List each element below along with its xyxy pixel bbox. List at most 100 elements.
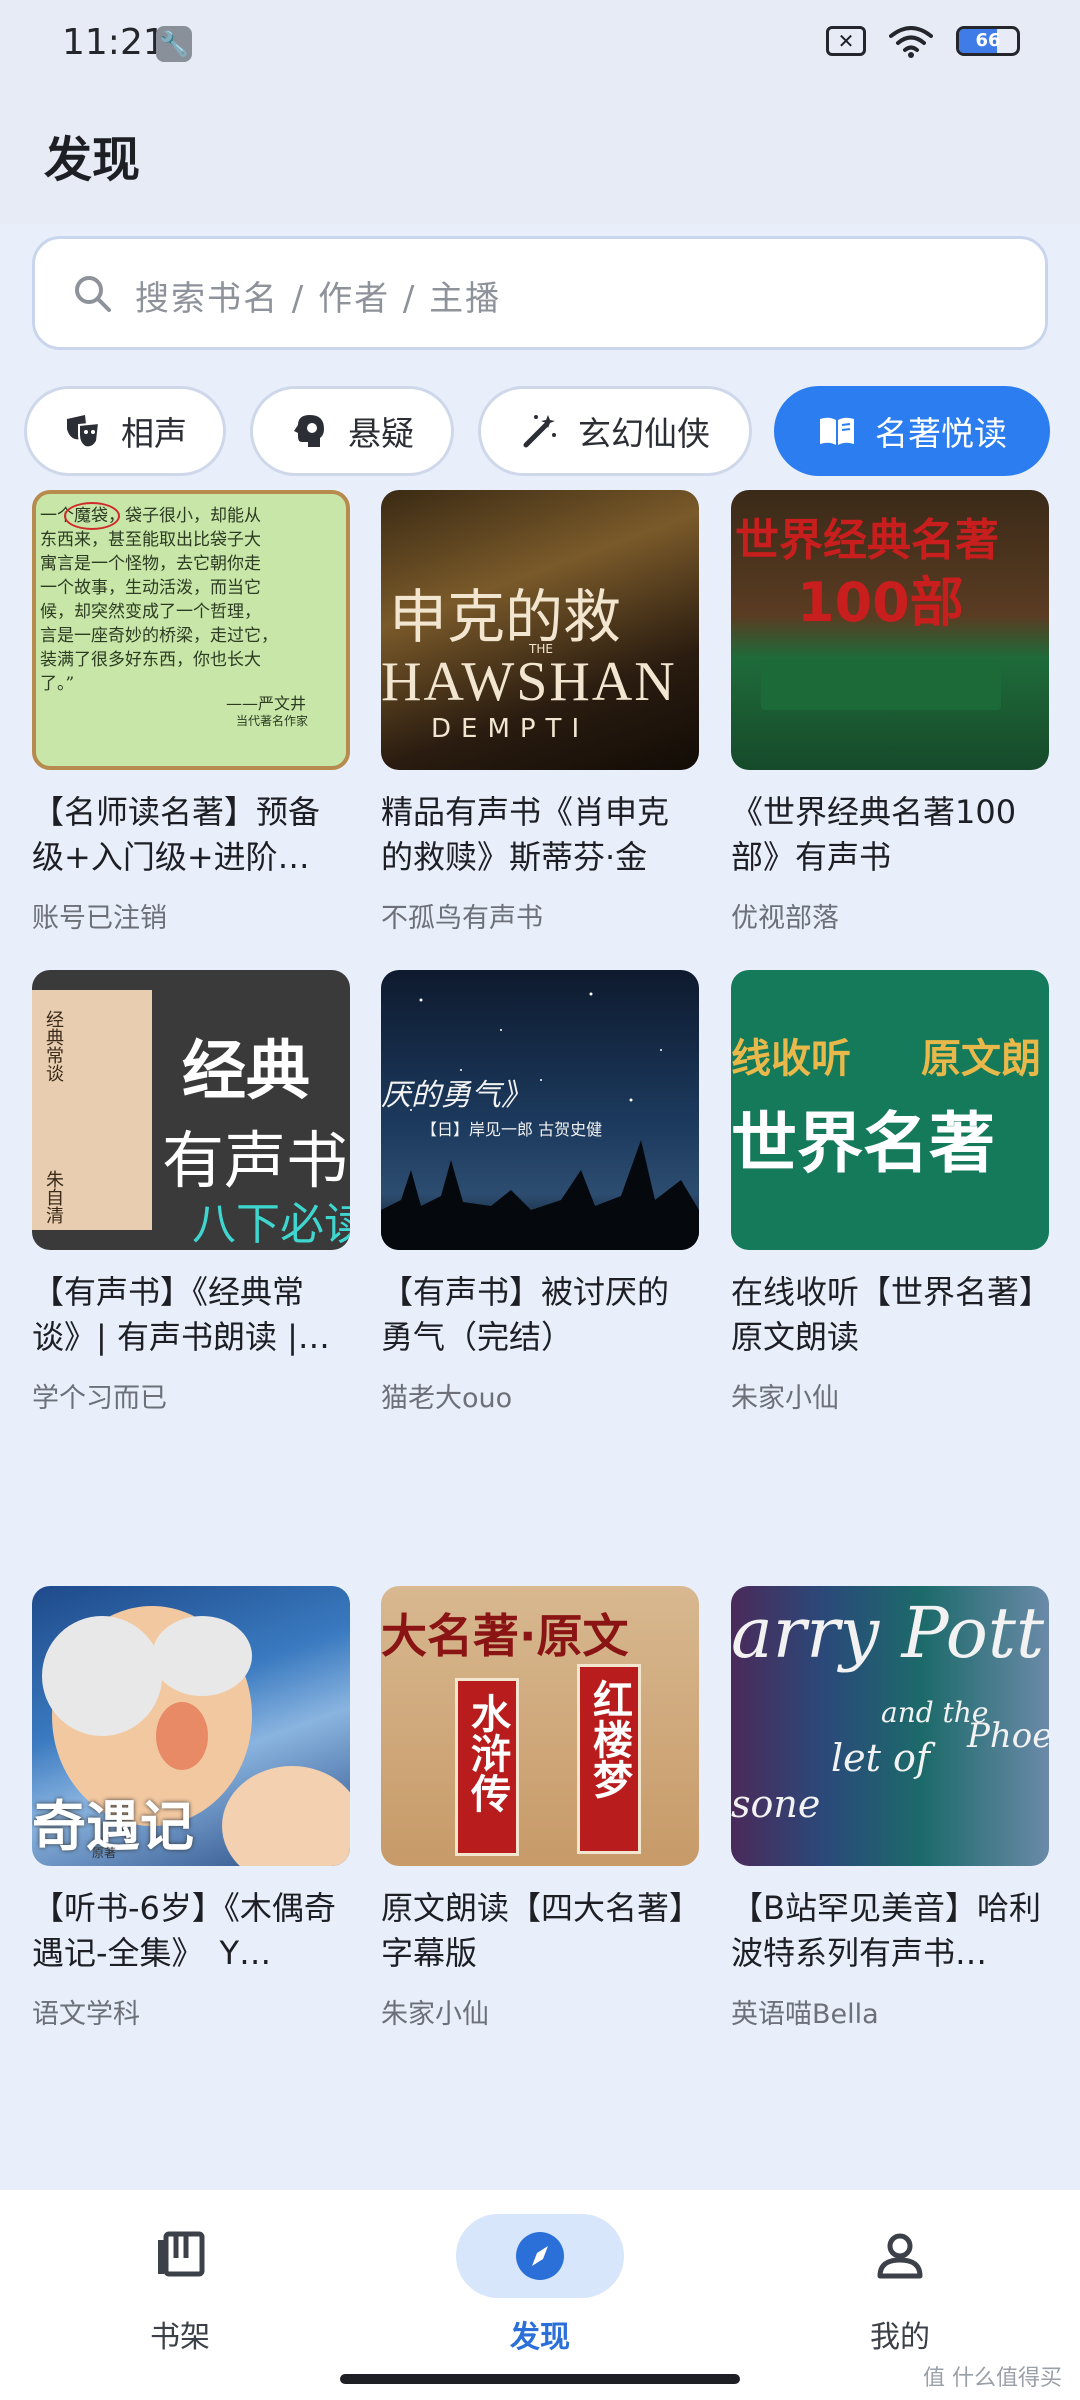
cover-line: 原著	[92, 1846, 117, 1860]
chip-label: 名著悦读	[875, 414, 1007, 453]
book-title: 【有声书】被讨厌的勇气（完结）	[381, 1273, 670, 1356]
book-title: 在线收听【世界名著】原文朗读	[731, 1273, 1036, 1356]
book-card[interactable]: 世界经典名著 100部 《世界经典名著100部》有声书 优视部落	[731, 490, 1049, 935]
cover-line: Phoe	[967, 1716, 1049, 1756]
status-bar: 11:21 🔧 ✕ 66	[0, 0, 1080, 90]
cover-author: ——严文井	[226, 694, 307, 713]
nav-bookshelf[interactable]: 书架	[80, 2214, 280, 2356]
comedy-mask-icon	[67, 415, 101, 449]
search-icon	[75, 276, 111, 312]
cover-title: 经典	[182, 1035, 310, 1109]
nav-label: 书架	[150, 2320, 210, 2355]
chip-mystery[interactable]: 悬疑	[250, 386, 454, 476]
cover-line: sone	[731, 1782, 821, 1826]
book-cover: arry Pott and the let of Phoe sone	[731, 1586, 1049, 1866]
compass-icon	[516, 2232, 564, 2280]
book-cover: 厌的勇气》 【日】岸见一郎 古贺史健	[381, 970, 699, 1250]
cover-title: 厌的勇气》	[381, 1078, 531, 1113]
cover-line: 原文朗	[921, 1036, 1041, 1082]
chip-classics[interactable]: 名著悦读	[774, 386, 1050, 476]
book-card[interactable]: 经典常谈 朱自清 经典 有声书 八下必读 【有声书】《经典常谈》| 有声书朗读 …	[32, 970, 350, 1415]
book-author: 语文学科	[32, 1999, 140, 2030]
battery-icon: 66	[956, 26, 1020, 56]
cover-title: 申克的救	[389, 583, 622, 651]
nav-label: 发现	[510, 2320, 570, 2355]
page-title: 发现	[44, 132, 141, 188]
person-icon	[877, 2233, 923, 2279]
chip-fantasy[interactable]: 玄幻仙侠	[478, 386, 752, 476]
chip-comedy[interactable]: 相声	[24, 386, 226, 476]
home-indicator[interactable]	[340, 2374, 740, 2384]
cover-line: 经典常谈	[43, 1010, 64, 1082]
book-cover: 大名著·原文 水浒传 红楼梦	[381, 1586, 699, 1866]
cover-line: let of	[831, 1736, 930, 1780]
book-card[interactable]: 大名著·原文 水浒传 红楼梦 原文朗读【四大名著】字幕版 朱家小仙	[381, 1586, 699, 2031]
book-card[interactable]: 线收听 原文朗 世界名著 在线收听【世界名著】原文朗读 朱家小仙	[731, 970, 1049, 1415]
book-cover: 奇遇记 原著	[32, 1586, 350, 1866]
book-author: 朱家小仙	[731, 1383, 839, 1414]
nav-discover[interactable]: 发现	[440, 2214, 640, 2356]
cover-title: 大名著·原文	[381, 1609, 629, 1663]
cover-line: 水浒传	[464, 1693, 510, 1813]
search-placeholder: 搜索书名 / 作者 / 主播	[135, 279, 502, 319]
book-title: 【B站罕见美音】哈利波特系列有声书…	[731, 1889, 1041, 1972]
book-cover: 申克的救 THE HAWSHAN DEMPTI	[381, 490, 699, 770]
chip-label: 玄幻仙侠	[578, 414, 710, 453]
status-time: 11:21	[62, 22, 166, 63]
book-author: 朱家小仙	[381, 1999, 489, 2030]
cover-line: 候，却突然变成了一个哲理，	[40, 602, 261, 622]
book-card[interactable]: 奇遇记 原著 【听书-6岁】《木偶奇遇记-全集》 Y… 语文学科	[32, 1586, 350, 2031]
search-input[interactable]: 搜索书名 / 作者 / 主播	[32, 236, 1048, 350]
cover-line: 八下必读	[192, 1199, 350, 1250]
cover-line: 有声书	[162, 1124, 349, 1197]
cover-line: HAWSHAN	[381, 651, 677, 713]
title-banner: 水浒传	[455, 1678, 519, 1856]
book-title: 精品有声书《肖申克的救赎》斯蒂芬·金	[381, 793, 670, 876]
nav-label: 我的	[870, 2320, 930, 2355]
brain-icon	[294, 415, 324, 447]
book-grid: 一个魔袋，袋子很小，却能从 东西来，甚至能取出比袋子大 寓言是一个怪物，去它朝你…	[0, 490, 1080, 2190]
book-card[interactable]: arry Pott and the let of Phoe sone 【B站罕见…	[731, 1586, 1049, 2031]
bottom-nav: 书架 发现 我的	[0, 2190, 1080, 2400]
book-title: 【听书-6岁】《木偶奇遇记-全集》 Y…	[32, 1889, 336, 1972]
nav-pill	[96, 2214, 264, 2298]
book-card[interactable]: 厌的勇气》 【日】岸见一郎 古贺史健 【有声书】被讨厌的勇气（完结） 猫老大ou…	[381, 970, 699, 1415]
book-title: 【名师读名著】预备级+入门级+进阶…	[32, 793, 321, 876]
cover-line: 红楼梦	[586, 1679, 632, 1799]
book-author: 账号已注销	[32, 903, 167, 934]
book-cover: 线收听 原文朗 世界名著	[731, 970, 1049, 1250]
nav-pill	[456, 2214, 624, 2298]
book-cover: 一个魔袋，袋子很小，却能从 东西来，甚至能取出比袋子大 寓言是一个怪物，去它朝你…	[32, 490, 350, 770]
book-author: 不孤鸟有声书	[381, 903, 543, 934]
wifi-icon	[889, 26, 933, 58]
chip-label: 相声	[121, 414, 187, 453]
battery-text: 66	[975, 30, 1001, 51]
cover-line: 寓言是一个怪物，去它朝你走	[40, 554, 261, 574]
status-indicators: ✕ 66	[826, 24, 1020, 58]
open-book-icon	[820, 417, 854, 445]
cover-line: 100部	[797, 571, 964, 634]
book-author: 学个习而已	[32, 1383, 167, 1414]
book-card[interactable]: 申克的救 THE HAWSHAN DEMPTI 精品有声书《肖申克的救赎》斯蒂芬…	[381, 490, 699, 935]
book-author: 优视部落	[731, 903, 839, 934]
cover-line: 线收听	[731, 1036, 851, 1082]
book-card[interactable]: 一个魔袋，袋子很小，却能从 东西来，甚至能取出比袋子大 寓言是一个怪物，去它朝你…	[32, 490, 350, 935]
book-title: 《世界经典名著100部》有声书	[731, 793, 1017, 876]
cover-line: 装满了很多好东西，你也长大	[40, 650, 261, 670]
watermark: 值 什么值得买	[923, 2366, 1062, 2391]
cover-line: 朱自清	[43, 1170, 64, 1224]
circle-mark	[64, 502, 120, 530]
cover-line: 东西来，甚至能取出比袋子大	[40, 530, 261, 550]
cover-line: DEMPTI	[431, 714, 590, 744]
title-banner: 红楼梦	[577, 1664, 641, 1854]
cover-title: 世界名著	[731, 1105, 995, 1182]
book-author: 英语喵Bella	[731, 1999, 879, 2030]
nav-profile[interactable]: 我的	[800, 2214, 1000, 2356]
book-title: 原文朗读【四大名著】字幕版	[381, 1889, 686, 1972]
desk-graphic	[761, 660, 1001, 710]
cover-line: 言是一座奇妙的桥梁，走过它，	[40, 626, 278, 646]
book-author: 猫老大ouo	[381, 1383, 513, 1414]
book-title: 【有声书】《经典常谈》| 有声书朗读 |…	[32, 1273, 330, 1356]
category-chips: 相声 悬疑 玄幻仙侠 名著悦读	[0, 386, 1080, 478]
cover-line: 一个故事，生动活泼，而当它	[40, 578, 261, 598]
